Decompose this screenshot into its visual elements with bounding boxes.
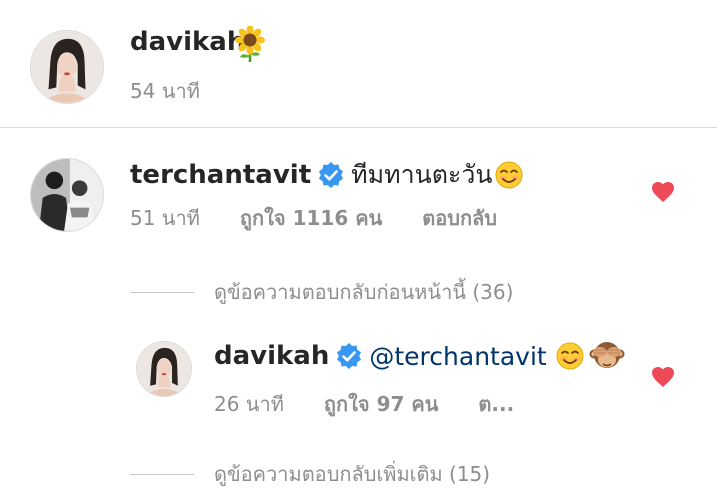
see-no-evil-monkey-emoji-icon <box>589 340 625 372</box>
view-previous-replies-button[interactable]: ดูข้อความตอบกลับก่อนหน้านี้ (36) <box>130 276 513 308</box>
reply-likes-link[interactable]: ถูกใจ 97 คน <box>324 388 439 420</box>
caption-meta: 54 นาที <box>130 75 200 107</box>
comment-line: terchantavit ทีมทานตะวัน <box>130 155 524 195</box>
reply-like-heart-icon[interactable] <box>651 366 675 388</box>
comment-time: 51 นาที <box>130 206 200 230</box>
verified-badge-icon <box>317 161 345 189</box>
comment-reply-button[interactable]: ตอบกลับ <box>422 202 497 234</box>
reply-reply-button[interactable]: ต... <box>478 388 514 420</box>
comment-avatar[interactable] <box>30 158 104 232</box>
smiling-face-emoji-icon <box>555 341 585 371</box>
comment-meta: 51 นาที ถูกใจ 1116 คน ตอบกลับ <box>130 202 497 234</box>
reply-line: davikah @terchantavit <box>214 340 625 372</box>
comment-username[interactable]: terchantavit <box>130 160 311 190</box>
view-previous-replies-label: ดูข้อความตอบกลับก่อนหน้านี้ (36) <box>214 280 514 304</box>
caption-divider <box>0 127 717 128</box>
reply-avatar[interactable] <box>136 341 192 397</box>
smiling-face-emoji-icon <box>494 160 524 190</box>
reply-mention-link[interactable]: @terchantavit <box>369 342 546 371</box>
sunflower-emoji-icon <box>234 25 266 62</box>
verified-badge-icon <box>335 342 363 370</box>
reply-username[interactable]: davikah <box>214 341 329 371</box>
comment-text: ทีมทานตะวัน <box>351 160 493 189</box>
view-more-replies-label: ดูข้อความตอบกลับเพิ่มเติม (15) <box>214 462 491 486</box>
caption-avatar[interactable] <box>30 30 104 104</box>
comment-likes-link[interactable]: ถูกใจ 1116 คน <box>240 202 382 234</box>
caption-time: 54 นาที <box>130 79 200 103</box>
comment-like-heart-icon[interactable] <box>651 181 675 203</box>
caption-username[interactable]: davikah <box>130 27 245 57</box>
reply-time: 26 นาที <box>214 392 284 416</box>
reply-meta: 26 นาที ถูกใจ 97 คน ต... <box>214 388 514 420</box>
view-more-replies-button[interactable]: ดูข้อความตอบกลับเพิ่มเติม (15) <box>130 458 490 490</box>
replies-rule <box>130 291 194 293</box>
comments-screen: davikah 54 นาที terchantavit ทีมทานตะวัน… <box>0 0 717 491</box>
replies-rule <box>130 473 194 475</box>
